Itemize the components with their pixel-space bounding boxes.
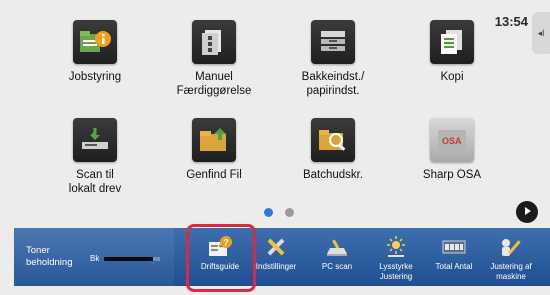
shortcut-label: Lysstyrke Justering [379,262,413,281]
app-kopi[interactable]: Kopi [397,20,507,115]
next-page-button[interactable] [516,201,538,223]
shortcut-label: Justering af maskine [490,262,532,281]
batch-print-icon [311,118,355,162]
app-batchudskr[interactable]: Batchudskr. [278,118,388,213]
app-sharp-osa[interactable]: OSA Sharp OSA [397,118,507,213]
shortcut-label: Indstillinger [255,262,297,271]
shortcut-pc-scan[interactable]: PC scan [307,228,367,286]
toner-label: Toner beholdning [26,245,73,268]
toner-status: Toner beholdning Bk [14,228,174,286]
shortcut-label: Total Antal [435,262,473,271]
app-label: Bakkeindst./ papirindst. [301,71,365,97]
total-count-icon [440,234,468,260]
play-arrow-icon [522,203,532,221]
app-label: Kopi [440,71,464,83]
app-grid: Jobstyring Manuel Færdiggørelse Bakkeind… [40,20,510,210]
retrieve-file-icon [192,118,236,162]
app-label: Batchudskr. [302,169,364,181]
app-genfind-fil[interactable]: Genfind Fil [159,118,269,213]
shortcut-justering-af-maskine[interactable]: Justering af maskine [481,228,541,286]
shortcut-lysstyrke-justering[interactable]: Lysstyrke Justering [366,228,426,286]
side-panel-tab[interactable]: ◂ǀ [532,12,550,54]
manual-finishing-icon [192,20,236,64]
pc-scan-icon [323,234,351,260]
toner-level-fill [104,257,154,261]
shortcut-label: PC scan [321,262,353,271]
app-label: Manuel Færdiggørelse [176,71,252,97]
svg-text:OSA: OSA [442,136,462,146]
shortcut-bar: Toner beholdning Bk ? Driftsguide Indsti… [14,228,550,286]
brightness-icon [382,234,410,260]
app-bakkeindst[interactable]: Bakkeindst./ papirindst. [278,20,388,115]
app-label: Scan til lokalt drev [68,169,122,195]
tray-settings-icon [311,20,355,64]
app-label: Genfind Fil [186,169,242,181]
page-dot-2[interactable] [285,208,294,217]
home-screen: 13:54 ◂ǀ Jobstyring Manuel Færdiggørelse… [0,0,550,295]
page-indicator [264,208,294,217]
shortcut-total-antal[interactable]: Total Antal [424,228,484,286]
scan-to-local-drive-icon [73,118,117,162]
job-status-icon [73,20,117,64]
settings-tools-icon [262,234,290,260]
app-scan-til-lokalt-drev[interactable]: Scan til lokalt drev [40,118,150,213]
app-label: Jobstyring [68,71,122,83]
sharp-osa-icon: OSA [430,118,474,162]
app-label: Sharp OSA [422,169,482,181]
machine-adjustment-icon [497,234,525,260]
app-manuel-faerdiggoerelse[interactable]: Manuel Færdiggørelse [159,20,269,115]
page-dot-1[interactable] [264,208,273,217]
toner-color-code: Bk [90,254,100,263]
toner-level-bar [104,257,160,261]
app-jobstyring[interactable]: Jobstyring [40,20,150,115]
copy-icon [430,20,474,64]
collapse-arrow-icon: ◂ǀ [537,27,545,38]
highlight-frame [186,224,256,292]
